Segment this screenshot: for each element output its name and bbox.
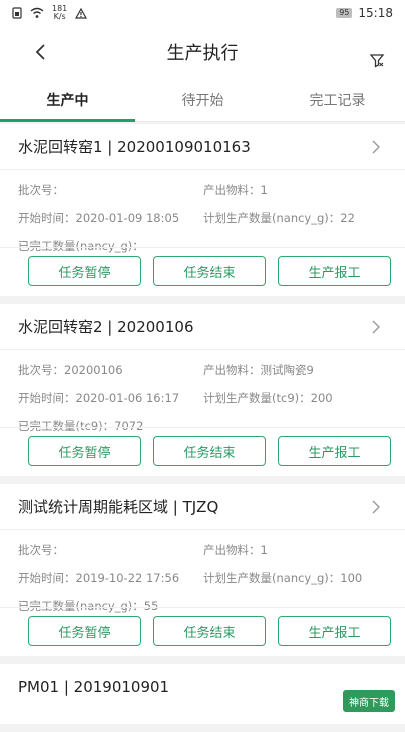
task-title: 水泥回转窑2 | 20200106 <box>18 316 369 337</box>
app-header: 生产执行 <box>0 26 405 78</box>
start-time-field: 开始时间：2020-01-09 18:05 <box>18 204 203 232</box>
start-time-field: 开始时间：2020-01-06 16:17 <box>18 384 203 412</box>
start-time-field: 开始时间：2019-10-22 17:56 <box>18 564 203 592</box>
page-title: 生产执行 <box>167 39 239 65</box>
chevron-left-icon <box>34 43 46 61</box>
status-bar: 181 K/s 95 15:18 <box>0 0 405 26</box>
task-actions: 任务暂停 任务结束 生产报工 <box>0 247 405 286</box>
task-title: 水泥回转窑1 | 20200109010163 <box>18 136 369 157</box>
planned-quantity-field: 计划生产数量(nancy_g)：22 <box>203 204 387 232</box>
task-title: 测试统计周期能耗区域 | TJZQ <box>18 496 369 517</box>
material-field: 产出物料：1 <box>203 176 387 204</box>
network-speed: 181 K/s <box>52 5 67 21</box>
pause-task-button[interactable]: 任务暂停 <box>28 616 141 646</box>
warning-icon <box>75 8 87 19</box>
tab-completed-records[interactable]: 完工记录 <box>270 78 405 121</box>
batch-field: 批次号： <box>18 536 203 564</box>
chevron-right-icon <box>369 500 383 514</box>
back-button[interactable] <box>30 40 50 64</box>
status-time: 15:18 <box>358 6 393 20</box>
chevron-right-icon <box>369 140 383 154</box>
finish-task-button[interactable]: 任务结束 <box>153 256 266 286</box>
task-card-header[interactable]: 测试统计周期能耗区域 | TJZQ <box>0 484 405 530</box>
task-list: 水泥回转窑1 | 20200109010163 批次号： 产出物料：1 开始时间… <box>0 124 405 732</box>
chevron-right-icon <box>369 320 383 334</box>
batch-field: 批次号： <box>18 176 203 204</box>
tab-bar: 生产中 待开始 完工记录 <box>0 78 405 122</box>
filter-button[interactable] <box>369 52 389 72</box>
report-production-button[interactable]: 生产报工 <box>278 256 391 286</box>
tab-in-production[interactable]: 生产中 <box>0 78 135 121</box>
task-actions: 任务暂停 任务结束 生产报工 <box>0 607 405 646</box>
finish-task-button[interactable]: 任务结束 <box>153 436 266 466</box>
task-card-header[interactable]: 水泥回转窑1 | 20200109010163 <box>0 124 405 170</box>
finish-task-button[interactable]: 任务结束 <box>153 616 266 646</box>
pause-task-button[interactable]: 任务暂停 <box>28 436 141 466</box>
task-card: 水泥回转窑1 | 20200109010163 批次号： 产出物料：1 开始时间… <box>0 124 405 296</box>
pause-task-button[interactable]: 任务暂停 <box>28 256 141 286</box>
watermark-logo: 神商下载 <box>343 690 395 712</box>
material-field: 产出物料：1 <box>203 536 387 564</box>
task-title: PM01 | 2019010901 <box>18 678 387 696</box>
wifi-icon <box>30 7 44 19</box>
task-actions: 任务暂停 任务结束 生产报工 <box>0 427 405 466</box>
task-card: 水泥回转窑2 | 20200106 批次号：20200106 产出物料：测试陶瓷… <box>0 304 405 476</box>
report-production-button[interactable]: 生产报工 <box>278 616 391 646</box>
report-production-button[interactable]: 生产报工 <box>278 436 391 466</box>
battery-indicator: 95 <box>336 8 352 18</box>
filter-icon <box>369 52 385 68</box>
planned-quantity-field: 计划生产数量(tc9)：200 <box>203 384 387 412</box>
sim-icon <box>12 7 22 19</box>
tab-pending[interactable]: 待开始 <box>135 78 270 121</box>
batch-field: 批次号：20200106 <box>18 356 203 384</box>
task-card-header[interactable]: 水泥回转窑2 | 20200106 <box>0 304 405 350</box>
planned-quantity-field: 计划生产数量(nancy_g)：100 <box>203 564 387 592</box>
task-card: 测试统计周期能耗区域 | TJZQ 批次号： 产出物料：1 开始时间：2019-… <box>0 484 405 656</box>
material-field: 产出物料：测试陶瓷9 <box>203 356 387 384</box>
